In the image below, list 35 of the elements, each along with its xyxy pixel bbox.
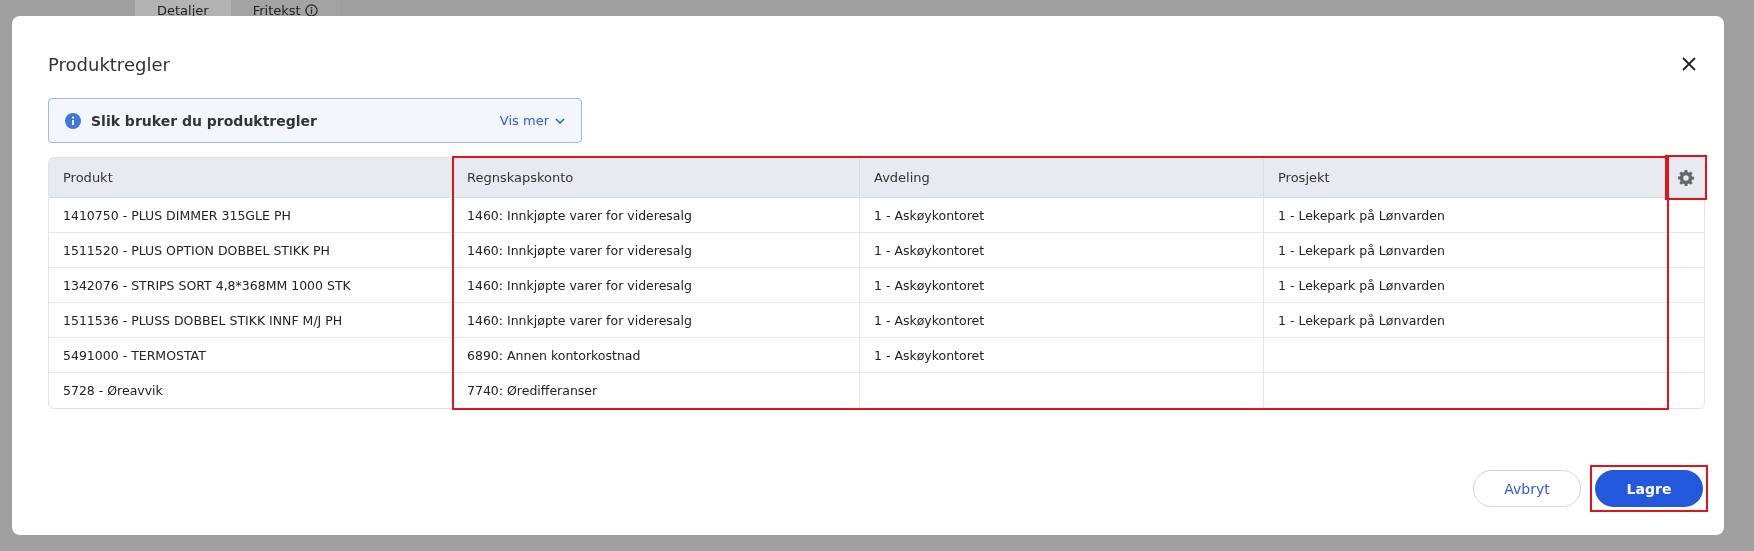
dialog-title: Produktregler bbox=[48, 54, 170, 75]
column-header: Prosjekt bbox=[1264, 158, 1668, 198]
table-cell: 5728 - Øreavvik bbox=[49, 373, 453, 408]
table-cell: 1342076 - STRIPS SORT 4,8*368MM 1000 STK bbox=[49, 268, 453, 303]
table-cell: 1 - Askøykontoret bbox=[860, 198, 1264, 233]
table-cell: 1460: Innkjøpte varer for videresalg bbox=[453, 268, 860, 303]
table-cell: 1410750 - PLUS DIMMER 315GLE PH bbox=[49, 198, 453, 233]
column-header: Produkt bbox=[49, 158, 453, 198]
close-button[interactable] bbox=[1680, 54, 1698, 73]
table-cell: 1460: Innkjøpte varer for videresalg bbox=[453, 303, 860, 338]
table-cell: 1 - Lekepark på Lønvarden bbox=[1264, 233, 1668, 268]
table-cell: 1 - Lekepark på Lønvarden bbox=[1264, 268, 1668, 303]
info-text: Slik bruker du produktregler bbox=[91, 112, 318, 129]
table-cell: 1 - Lekepark på Lønvarden bbox=[1264, 303, 1668, 338]
cancel-button[interactable]: Avbryt bbox=[1473, 470, 1581, 507]
table-cell: 1460: Innkjøpte varer for videresalg bbox=[453, 198, 860, 233]
show-more-link[interactable]: Vis mer bbox=[499, 113, 565, 128]
table-cell: 5491000 - TERMOSTAT bbox=[49, 338, 453, 373]
column-header: Regnskapskonto bbox=[453, 158, 860, 198]
settings-icon[interactable] bbox=[1678, 169, 1694, 186]
save-button[interactable]: Lagre bbox=[1595, 470, 1703, 507]
info-icon bbox=[65, 112, 81, 129]
table-cell: 1460: Innkjøpte varer for videresalg bbox=[453, 233, 860, 268]
table-cell: 1 - Lekepark på Lønvarden bbox=[1264, 198, 1668, 233]
table-cell: 7740: Øredifferanser bbox=[453, 373, 860, 408]
table-cell: 1 - Askøykontoret bbox=[860, 338, 1264, 373]
table-cell: 1 - Askøykontoret bbox=[860, 268, 1264, 303]
column-header: Avdeling bbox=[860, 158, 1264, 198]
table-cell: 1 - Askøykontoret bbox=[860, 303, 1264, 338]
table-cell: 1511520 - PLUS OPTION DOBBEL STIKK PH bbox=[49, 233, 453, 268]
chevron-down-icon bbox=[555, 117, 565, 124]
table-cell: 1511536 - PLUSS DOBBEL STIKK INNF M/J PH bbox=[49, 303, 453, 338]
info-icon bbox=[304, 4, 318, 17]
table-cell: 1 - Askøykontoret bbox=[860, 233, 1264, 268]
table-cell: 6890: Annen kontorkostnad bbox=[453, 338, 860, 373]
